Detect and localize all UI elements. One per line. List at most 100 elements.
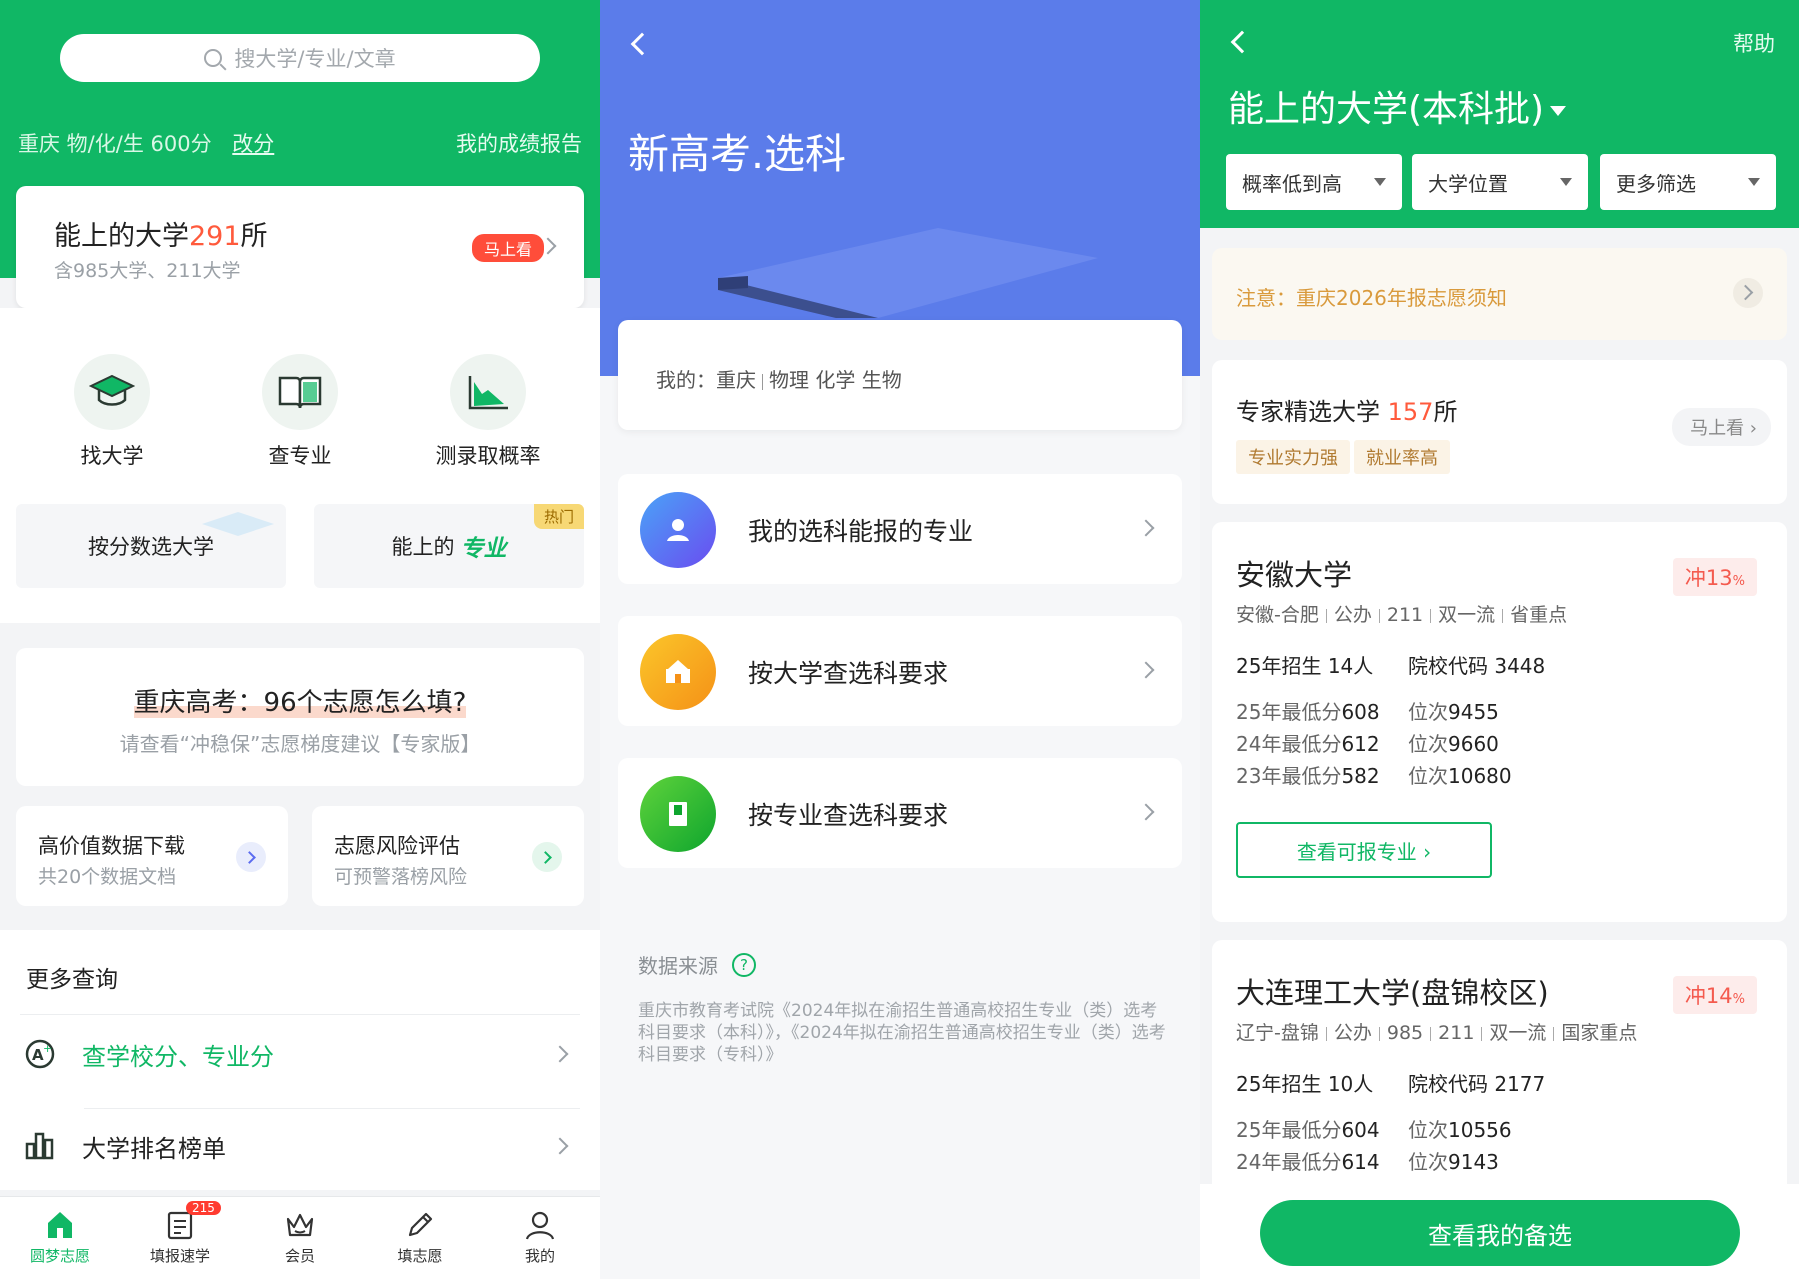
sort-probability-dropdown[interactable]: 概率低到高 [1226, 154, 1402, 210]
select-by-score-tile[interactable]: 按分数选大学 [16, 504, 286, 588]
sort-probability-label: 概率低到高 [1242, 171, 1342, 196]
rank-row: 位次10680 [1408, 760, 1512, 789]
chevron-right-icon [551, 1045, 569, 1063]
university-card[interactable]: 大连理工大学(盘锦校区) 冲14% 辽宁-盘锦 公办 985 211 双一流 国家重点 2… [1212, 940, 1787, 1200]
min-score-row: 25年最低分604 [1236, 1114, 1380, 1143]
back-icon[interactable] [630, 32, 654, 56]
card-subtitle: 含985大学、211大学 [54, 260, 241, 282]
help-link[interactable]: 帮助 [1733, 28, 1775, 58]
university-meta: 安徽-合肥 公办 211 双一流 省重点 [1236, 600, 1567, 627]
university-tag: 国家重点 [1561, 1022, 1638, 1044]
reachable-majors-highlight: 专业 [460, 536, 507, 562]
card-title-suffix: 所 [240, 221, 268, 252]
user-icon [524, 1209, 556, 1241]
search-icon [204, 49, 223, 67]
tab-quick-learn[interactable]: 215 填报速学 [130, 1201, 230, 1266]
majors-for-my-subjects-row[interactable]: 我的选科能报的专业 [618, 474, 1182, 584]
tag-strong-majors: 专业实力强 [1236, 440, 1350, 474]
rank-row: 位次10556 [1408, 1114, 1512, 1143]
university-ranking-row[interactable]: 大学排名榜单 [24, 1116, 580, 1176]
view-now-button[interactable]: 马上看 › [1672, 408, 1771, 446]
notice-text: 注意：重庆2026年报志愿须知 [1236, 286, 1507, 310]
min-score-value: 582 [1341, 764, 1380, 788]
tab-membership[interactable]: 会员 [250, 1209, 350, 1266]
risk-assessment-subtitle: 可预警落榜风险 [334, 866, 468, 888]
min-score-row: 23年最低分582 [1236, 760, 1380, 789]
book-illustration-icon [718, 228, 1098, 318]
find-university-label: 找大学 [80, 444, 144, 468]
university-location-dropdown[interactable]: 大学位置 [1412, 154, 1588, 210]
enrollment-label: 25年招生 [1236, 654, 1322, 678]
enrollment-label: 25年招生 [1236, 1072, 1322, 1096]
university-name: 安徽大学 [1236, 558, 1353, 592]
admission-probability-button[interactable]: 测录取概率 [398, 354, 578, 470]
requirements-by-major-label: 按专业查选科要求 [748, 801, 949, 830]
divider [84, 1108, 580, 1109]
home-screen: 搜大学/专业/文章 重庆 物/化/生 600分 改分 我的成绩报告 能上的大学2… [0, 0, 600, 1279]
tab-profile[interactable]: 我的 [490, 1209, 590, 1266]
back-icon[interactable] [1230, 30, 1254, 54]
rank-row: 位次9660 [1408, 728, 1499, 757]
bottom-action-bar: 查看我的备选 [1200, 1184, 1799, 1279]
university-tag: 211 [1386, 604, 1424, 626]
graduation-cap-decoration-icon [202, 512, 274, 536]
risk-assessment-card[interactable]: 志愿风险评估 可预警落榜风险 [312, 806, 584, 906]
user-score-info: 重庆 物/化/生 600分 改分 [18, 128, 274, 158]
tab-fill-volunteer-label: 填志愿 [397, 1247, 443, 1265]
caret-down-icon [1550, 106, 1567, 116]
data-download-card[interactable]: 高价值数据下载 共20个数据文档 [16, 806, 288, 906]
expert-picks-title: 专家精选大学 157所 [1236, 392, 1457, 427]
institution-code: 院校代码 3448 [1408, 650, 1545, 679]
enrollment-count: 25年招生 10人 [1236, 1068, 1373, 1097]
view-eligible-majors-button[interactable]: 查看可报专业 › [1236, 822, 1492, 878]
view-my-shortlist-button[interactable]: 查看我的备选 [1260, 1200, 1740, 1266]
tab-profile-label: 我的 [524, 1247, 555, 1265]
rank-value: 9143 [1448, 1150, 1499, 1174]
document-icon: 215 [164, 1201, 221, 1241]
university-list-header: 帮助 能上的大学(本科批) 概率低到高 大学位置 更多筛选 [1200, 0, 1799, 228]
institution-code: 院校代码 2177 [1408, 1068, 1545, 1097]
admission-chance-unit: % [1732, 574, 1745, 589]
tag-employment-rate: 就业率高 [1354, 440, 1450, 474]
requirements-by-major-row[interactable]: 按专业查选科要求 [618, 758, 1182, 868]
help-icon[interactable]: ? [732, 952, 756, 977]
chevron-right-icon [532, 842, 562, 872]
university-card[interactable]: 安徽大学 冲13% 安徽-合肥 公办 211 双一流 省重点 25年招生 14人 院校代… [1212, 522, 1787, 922]
search-major-label: 查专业 [268, 444, 332, 468]
search-input[interactable]: 搜大学/专业/文章 [60, 34, 540, 82]
more-filters-dropdown[interactable]: 更多筛选 [1600, 154, 1776, 210]
expert-picks-card[interactable]: 专家精选大学 157所 专业实力强 就业率高 马上看 › [1212, 360, 1787, 504]
min-score-row: 25年最低分608 [1236, 696, 1380, 725]
institution-code-label: 院校代码 [1408, 654, 1488, 678]
find-university-button[interactable]: 找大学 [22, 354, 202, 470]
guide-title: 重庆高考：96个志愿怎么填? [16, 682, 584, 719]
university-ranking-label: 大学排名榜单 [82, 1134, 226, 1163]
volunteer-guide-card[interactable]: 重庆高考：96个志愿怎么填? 请查看“冲稳保”志愿梯度建议【专家版】 [16, 648, 584, 786]
my-subjects: 物理 化学 生物 [769, 368, 902, 392]
my-subjects-prefix: 我的： [656, 368, 716, 392]
search-major-button[interactable]: 查专业 [210, 354, 390, 470]
view-now-label: 马上看 [1690, 418, 1745, 439]
university-location: 安徽-合肥 [1236, 604, 1319, 626]
view-now-badge[interactable]: 马上看 [472, 234, 545, 262]
reachable-majors-tile[interactable]: 能上的 专业 热门 [314, 504, 584, 588]
grade-a-plus-icon: A + [25, 1039, 55, 1069]
university-type: 公办 [1333, 1022, 1372, 1044]
school-score-query-row[interactable]: A + 查学校分、专业分 [24, 1024, 580, 1084]
tab-quick-learn-label: 填报速学 [149, 1247, 210, 1265]
more-queries-title: 更多查询 [26, 967, 118, 993]
edit-score-link[interactable]: 改分 [232, 132, 274, 156]
requirements-by-university-row[interactable]: 按大学查选科要求 [618, 616, 1182, 726]
notice-banner[interactable]: 注意：重庆2026年报志愿须知 [1212, 248, 1787, 340]
tab-home[interactable]: 圆梦志愿 [10, 1209, 110, 1266]
person-icon [640, 492, 716, 568]
university-location-label: 大学位置 [1428, 171, 1508, 196]
my-report-link[interactable]: 我的成绩报告 [456, 128, 582, 158]
chevron-right-icon [1137, 803, 1155, 821]
tab-fill-volunteer[interactable]: 填志愿 [370, 1209, 470, 1266]
divider [762, 373, 763, 390]
min-score-label: 24年最低分 [1236, 1150, 1342, 1174]
data-source-heading: 数据来源 ? [638, 950, 756, 979]
reachable-universities-card[interactable]: 能上的大学291所 含985大学、211大学 马上看 [16, 186, 584, 308]
page-title[interactable]: 能上的大学(本科批) [1228, 80, 1567, 132]
